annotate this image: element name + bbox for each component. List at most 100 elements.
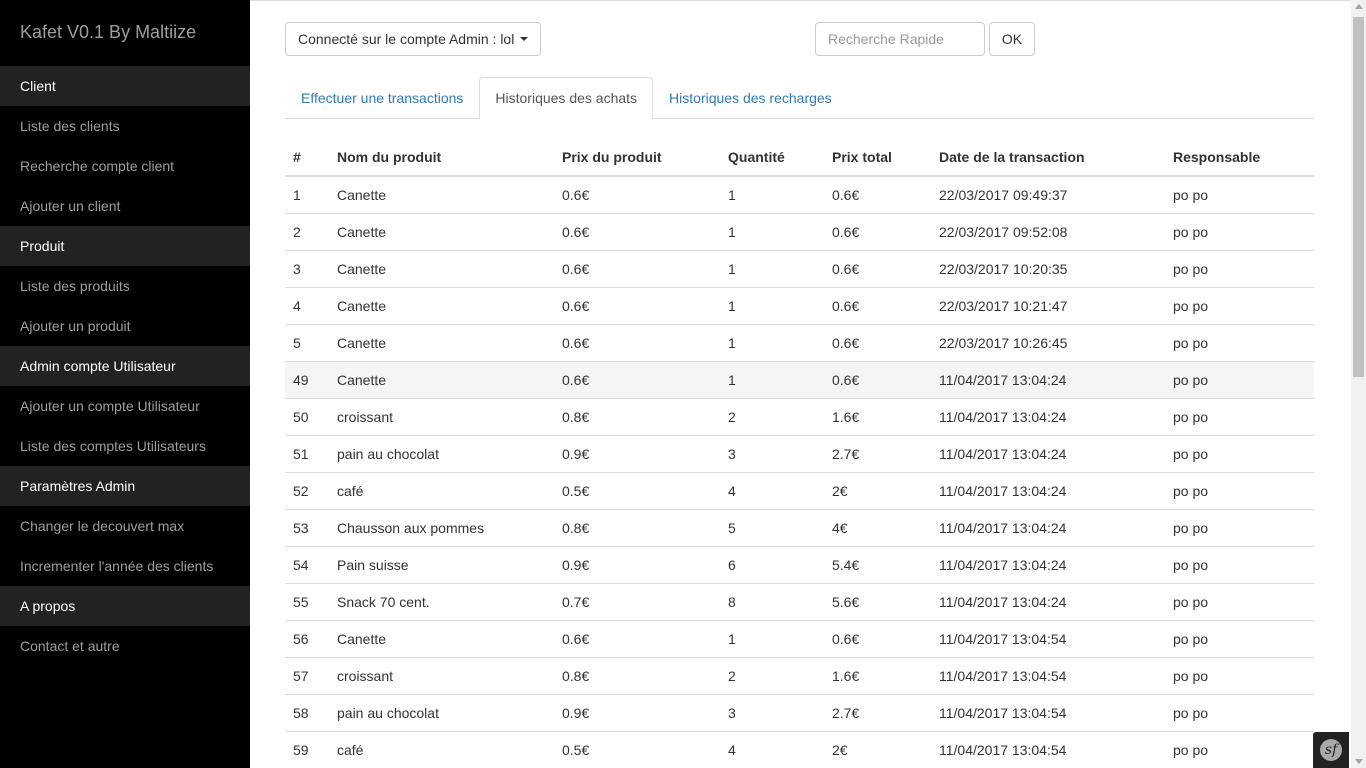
scroll-up-arrow-icon[interactable] bbox=[1355, 4, 1363, 9]
table-cell: Canette bbox=[329, 286, 554, 324]
sidebar-section-header[interactable]: Admin compte Utilisateur bbox=[0, 346, 250, 386]
table-cell: 11/04/2017 13:04:24 bbox=[931, 397, 1165, 435]
table-cell: 5 bbox=[720, 508, 824, 546]
table-cell: 4 bbox=[720, 471, 824, 509]
table-cell: 2€ bbox=[824, 471, 931, 509]
account-label: Connecté sur le compte Admin : lol bbox=[298, 31, 515, 47]
table-cell: po po bbox=[1165, 693, 1314, 731]
table-cell: 57 bbox=[285, 656, 329, 694]
table-cell: 4 bbox=[285, 286, 329, 324]
table-row[interactable]: 52 café 0.5€ 4 2€ 11/04/2017 13:04:24 po po bbox=[285, 471, 1314, 509]
table-cell: 5 bbox=[285, 323, 329, 361]
table-cell: 0.6€ bbox=[554, 360, 720, 398]
search-ok-button[interactable]: OK bbox=[989, 22, 1035, 56]
table-cell: 1.6€ bbox=[824, 397, 931, 435]
table-cell: 11/04/2017 13:04:24 bbox=[931, 471, 1165, 509]
table-row[interactable]: 53 Chausson aux pommes 0.8€ 5 4€ 11/04/2017 1… bbox=[285, 508, 1314, 546]
table-cell: 1 bbox=[720, 323, 824, 361]
search-input[interactable] bbox=[815, 22, 985, 56]
sidebar-section-header[interactable]: A propos bbox=[0, 586, 250, 626]
table-cell: po po bbox=[1165, 175, 1314, 213]
table-cell: 1 bbox=[720, 286, 824, 324]
table-row[interactable]: 3 Canette 0.6€ 1 0.6€ 22/03/2017 10:20:35 po p… bbox=[285, 249, 1314, 287]
table-row[interactable]: 2 Canette 0.6€ 1 0.6€ 22/03/2017 09:52:08 po p… bbox=[285, 212, 1314, 250]
sidebar-section-header[interactable]: Paramètres Admin bbox=[0, 466, 250, 506]
table-row[interactable]: 59 café 0.5€ 4 2€ 11/04/2017 13:04:54 po po bbox=[285, 730, 1314, 768]
column-header: Responsable bbox=[1165, 138, 1314, 177]
tab[interactable]: Effectuer une transactions bbox=[285, 77, 479, 119]
table-cell: Canette bbox=[329, 360, 554, 398]
table-cell: 2€ bbox=[824, 730, 931, 768]
table-cell: 58 bbox=[285, 693, 329, 731]
table-cell: 11/04/2017 13:04:54 bbox=[931, 730, 1165, 768]
table-cell: café bbox=[329, 730, 554, 768]
table-cell: 0.6€ bbox=[824, 212, 931, 250]
column-header: Prix du produit bbox=[554, 138, 720, 177]
table-cell: 59 bbox=[285, 730, 329, 768]
table-cell: Canette bbox=[329, 249, 554, 287]
table-cell: pain au chocolat bbox=[329, 434, 554, 472]
table-row[interactable]: 1 Canette 0.6€ 1 0.6€ 22/03/2017 09:49:37 po p… bbox=[285, 175, 1314, 213]
table-cell: 1 bbox=[285, 175, 329, 213]
table-row[interactable]: 4 Canette 0.6€ 1 0.6€ 22/03/2017 10:21:47 po p… bbox=[285, 286, 1314, 324]
account-dropdown-button[interactable]: Connecté sur le compte Admin : lol bbox=[285, 22, 542, 56]
table-cell: 0.9€ bbox=[554, 693, 720, 731]
table-body: 1 Canette 0.6€ 1 0.6€ 22/03/2017 09:49:37 po p… bbox=[285, 175, 1314, 768]
sidebar-item[interactable]: Ajouter un compte Utilisateur bbox=[0, 386, 250, 426]
table-cell: 11/04/2017 13:04:24 bbox=[931, 545, 1165, 583]
table-cell: 0.6€ bbox=[554, 212, 720, 250]
sidebar-item[interactable]: Ajouter un client bbox=[0, 186, 250, 226]
table-row[interactable]: 49 Canette 0.6€ 1 0.6€ 11/04/2017 13:04:24 po … bbox=[285, 360, 1314, 398]
table-cell: po po bbox=[1165, 286, 1314, 324]
sidebar-section-header[interactable]: Produit bbox=[0, 226, 250, 266]
table-cell: 11/04/2017 13:04:54 bbox=[931, 656, 1165, 694]
sidebar-item[interactable]: Ajouter un produit bbox=[0, 306, 250, 346]
tab[interactable]: Historiques des achats bbox=[479, 77, 654, 119]
sidebar-item[interactable]: Liste des produits bbox=[0, 266, 250, 306]
table-cell: 2.7€ bbox=[824, 693, 931, 731]
table-row[interactable]: 57 croissant 0.8€ 2 1.6€ 11/04/2017 13:04:54 p… bbox=[285, 656, 1314, 694]
table-row[interactable]: 51 pain au chocolat 0.9€ 3 2.7€ 11/04/2017 13… bbox=[285, 434, 1314, 472]
symfony-toolbar-toggle[interactable]: sf bbox=[1313, 732, 1349, 768]
column-header: Date de la transaction bbox=[931, 138, 1165, 177]
table-cell: 2 bbox=[285, 212, 329, 250]
sidebar-item[interactable]: Incrementer l'année des clients bbox=[0, 546, 250, 586]
table-row[interactable]: 55 Snack 70 cent. 0.7€ 8 5.6€ 11/04/2017 13:0… bbox=[285, 582, 1314, 620]
sidebar-item[interactable]: Liste des clients bbox=[0, 106, 250, 146]
scroll-down-arrow-icon[interactable] bbox=[1355, 759, 1363, 764]
table-row[interactable]: 54 Pain suisse 0.9€ 6 5.4€ 11/04/2017 13:04:2… bbox=[285, 545, 1314, 583]
table-cell: 3 bbox=[720, 434, 824, 472]
table-cell: 0.6€ bbox=[554, 323, 720, 361]
table-cell: Canette bbox=[329, 212, 554, 250]
main-content: Connecté sur le compte Admin : lol OK Ef… bbox=[250, 0, 1351, 768]
sidebar-item[interactable]: Changer le decouvert max bbox=[0, 506, 250, 546]
app-title[interactable]: Kafet V0.1 By Maltiize bbox=[0, 0, 250, 66]
scrollbar-thumb[interactable] bbox=[1353, 17, 1364, 377]
table-cell: 3 bbox=[720, 693, 824, 731]
table-cell: 0.8€ bbox=[554, 397, 720, 435]
table-cell: 51 bbox=[285, 434, 329, 472]
table-cell: croissant bbox=[329, 656, 554, 694]
tab[interactable]: Historiques des recharges bbox=[653, 77, 848, 119]
table-cell: 49 bbox=[285, 360, 329, 398]
table-row[interactable]: 5 Canette 0.6€ 1 0.6€ 22/03/2017 10:26:45 po p… bbox=[285, 323, 1314, 361]
table-cell: po po bbox=[1165, 730, 1314, 768]
table-cell: 0.6€ bbox=[554, 286, 720, 324]
table-row[interactable]: 58 pain au chocolat 0.9€ 3 2.7€ 11/04/2017 13… bbox=[285, 693, 1314, 731]
table-row[interactable]: 56 Canette 0.6€ 1 0.6€ 11/04/2017 13:04:54 po … bbox=[285, 619, 1314, 657]
sidebar-item[interactable]: Contact et autre bbox=[0, 626, 250, 666]
table-cell: 0.6€ bbox=[824, 619, 931, 657]
table-cell: 1 bbox=[720, 249, 824, 287]
sidebar-item[interactable]: Liste des comptes Utilisateurs bbox=[0, 426, 250, 466]
table-cell: po po bbox=[1165, 249, 1314, 287]
sidebar-item[interactable]: Recherche compte client bbox=[0, 146, 250, 186]
table-cell: Chausson aux pommes bbox=[329, 508, 554, 546]
sidebar-section-header[interactable]: Client bbox=[0, 66, 250, 106]
table-row[interactable]: 50 croissant 0.8€ 2 1.6€ 11/04/2017 13:04:24 p… bbox=[285, 397, 1314, 435]
page-scrollbar[interactable] bbox=[1351, 0, 1366, 768]
column-header: Prix total bbox=[824, 138, 931, 177]
table-cell: 1 bbox=[720, 212, 824, 250]
table-cell: po po bbox=[1165, 323, 1314, 361]
table-cell: 55 bbox=[285, 582, 329, 620]
table-cell: 11/04/2017 13:04:24 bbox=[931, 582, 1165, 620]
